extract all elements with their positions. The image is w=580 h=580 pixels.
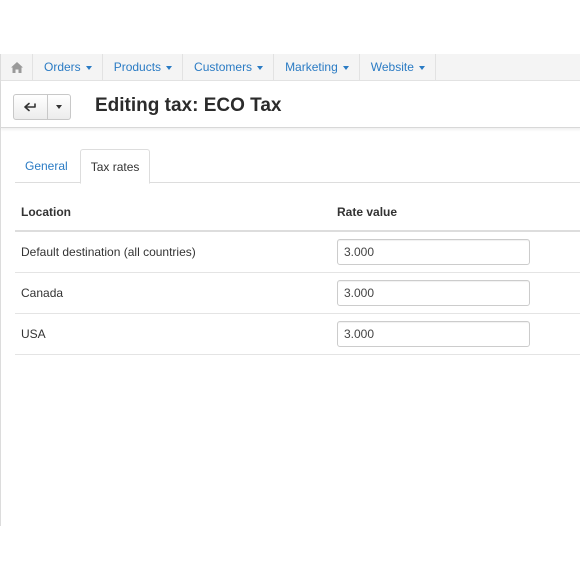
- row-location: Canada: [21, 286, 64, 300]
- table-row: Canada: [15, 273, 580, 314]
- tax-rates-table: Location Rate value Default destination …: [15, 194, 580, 355]
- nav-marketing-label: Marketing: [285, 60, 338, 74]
- nav-website-label: Website: [370, 60, 414, 74]
- back-button-group: [13, 94, 71, 120]
- nav-products-label: Products: [113, 60, 162, 74]
- row-location: USA: [21, 327, 46, 341]
- table-row: USA: [15, 314, 580, 355]
- page-title: Editing tax: ECO Tax: [95, 95, 282, 116]
- table-row: Default destination (all countries): [15, 232, 580, 273]
- rate-input[interactable]: [337, 280, 530, 306]
- caret-down-icon: [56, 105, 62, 109]
- chevron-down-icon: [418, 66, 425, 70]
- rate-header: Rate value: [337, 205, 398, 219]
- nav-products[interactable]: Products: [103, 54, 184, 80]
- back-button[interactable]: [14, 95, 48, 119]
- tab-bar: General Tax rates: [15, 149, 580, 184]
- title-bar: Editing tax: ECO Tax: [1, 81, 580, 128]
- chevron-down-icon: [166, 66, 173, 70]
- back-arrow-icon: [23, 102, 36, 112]
- rate-input[interactable]: [337, 321, 530, 347]
- nav-customers-label: Customers: [194, 60, 253, 74]
- rate-input[interactable]: [337, 239, 530, 265]
- tab-general[interactable]: General: [15, 149, 78, 183]
- nav-customers[interactable]: Customers: [183, 54, 275, 80]
- top-navigation: Orders Products Customers Marketing Webs…: [1, 54, 580, 81]
- home-icon: [10, 61, 23, 73]
- chevron-down-icon: [85, 66, 92, 70]
- nav-orders[interactable]: Orders: [33, 54, 103, 80]
- row-location: Default destination (all countries): [21, 245, 196, 259]
- chevron-down-icon: [257, 66, 264, 70]
- nav-marketing[interactable]: Marketing: [274, 54, 360, 80]
- table-header: Location Rate value: [15, 194, 580, 232]
- nav-orders-label: Orders: [44, 60, 81, 74]
- admin-frame: Orders Products Customers Marketing Webs…: [0, 54, 580, 526]
- chevron-down-icon: [342, 66, 349, 70]
- nav-home[interactable]: [1, 54, 33, 80]
- tab-tax-rates[interactable]: Tax rates: [79, 149, 151, 184]
- location-header: Location: [21, 205, 71, 219]
- nav-website[interactable]: Website: [360, 54, 436, 80]
- back-dropdown-button[interactable]: [48, 95, 70, 119]
